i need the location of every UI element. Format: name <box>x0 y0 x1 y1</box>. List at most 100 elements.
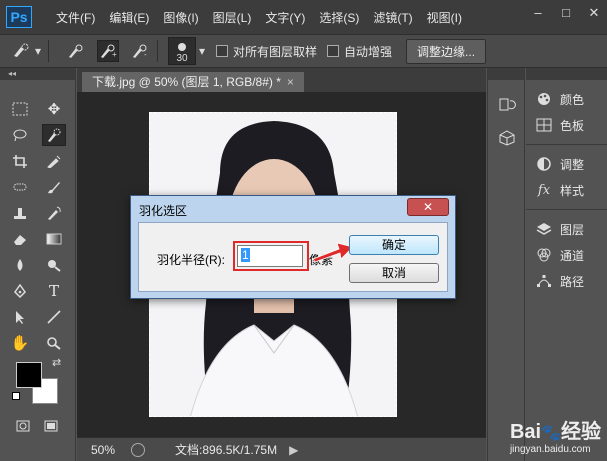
zoom-level[interactable]: 50% <box>91 443 115 457</box>
eyedropper-tool-icon[interactable] <box>42 150 66 172</box>
document-info: 文档:896.5K/1.75M <box>175 443 278 457</box>
dialog-body: 羽化半径(R): 1 像素 确定 取消 <box>138 222 448 292</box>
auto-enhance-label: 自动增强 <box>344 44 393 59</box>
swatches-panel-tab[interactable]: 色板 <box>526 112 607 138</box>
maximize-button[interactable]: □ <box>559 6 573 20</box>
menu-filter[interactable]: 滤镜(T) <box>373 9 412 26</box>
divider <box>48 40 49 62</box>
brush-dropdown-icon[interactable]: ▾ <box>198 40 206 62</box>
foreground-color-swatch[interactable] <box>16 362 42 388</box>
checkbox-box[interactable] <box>216 45 228 57</box>
brush-tool-icon[interactable] <box>42 176 66 198</box>
divider <box>157 40 158 62</box>
blur-tool-icon[interactable] <box>8 254 32 276</box>
menu-image[interactable]: 图像(I) <box>163 9 198 26</box>
color-panel-label: 颜色 <box>560 92 585 107</box>
close-tab-icon[interactable]: × <box>287 75 294 89</box>
menu-file[interactable]: 文件(F) <box>56 9 95 26</box>
styles-panel-tab[interactable]: fx 样式 <box>526 177 607 203</box>
styles-panel-label: 样式 <box>560 183 585 198</box>
eraser-tool-icon[interactable] <box>8 228 32 250</box>
status-bar: 50% 文档:896.5K/1.75M ▶ <box>77 437 486 461</box>
line-tool-icon[interactable] <box>42 306 66 328</box>
menu-type[interactable]: 文字(Y) <box>265 9 305 26</box>
checkbox-box[interactable] <box>327 45 340 57</box>
dialog-title: 羽化选区 <box>139 204 188 218</box>
svg-text:-: - <box>144 50 147 59</box>
svg-text:+: + <box>112 50 117 59</box>
brush-size-value: 30 <box>176 53 188 64</box>
menu-view[interactable]: 视图(I) <box>427 9 462 26</box>
hand-tool-icon[interactable]: ✋ <box>8 332 32 354</box>
document-title: 下载.jpg @ 50% (图层 1, RGB/8#) * <box>92 75 281 89</box>
brush-size-picker[interactable]: 30 <box>168 37 196 65</box>
quick-mask-icon[interactable] <box>16 420 30 435</box>
minimize-button[interactable]: – <box>531 6 545 20</box>
path-selection-tool-icon[interactable] <box>8 306 32 328</box>
add-to-selection-icon[interactable]: + <box>97 40 119 62</box>
menu-edit[interactable]: 编辑(E) <box>109 9 149 26</box>
close-window-button[interactable]: ✕ <box>587 6 601 20</box>
options-bar: ▾ + - 30 ▾ 对所有图层取样 自动增强 调整边缘... <box>0 34 607 68</box>
tools-panel: ◂◂ ✥ T ✋ ⇄ <box>0 68 76 461</box>
sample-all-layers-label: 对所有图层取样 <box>233 44 318 59</box>
watermark-brand: Bai <box>509 421 542 443</box>
layers-panel-tab[interactable]: 图层 <box>526 216 607 242</box>
screen-mode-icon[interactable] <box>44 420 58 435</box>
gradient-tool-icon[interactable] <box>42 228 66 250</box>
quick-selection-preset-icon[interactable] <box>10 40 32 62</box>
zoom-tool-icon[interactable] <box>42 332 66 354</box>
feather-radius-label: 羽化半径(R): <box>157 253 225 267</box>
baidu-watermark: Bai🐾经验 jingyan.baidu.com <box>510 415 601 455</box>
quick-selection-tool-icon[interactable] <box>42 124 66 146</box>
layers-icon <box>536 221 552 237</box>
watermark-brand-suffix: 经验 <box>561 421 601 443</box>
history-brush-tool-icon[interactable] <box>42 202 66 224</box>
channels-panel-tab[interactable]: 通道 <box>526 242 607 268</box>
color-panel-tab[interactable]: 颜色 <box>526 86 607 112</box>
highlight-box <box>233 241 309 271</box>
3d-panel-icon[interactable] <box>497 128 517 148</box>
menu-layer[interactable]: 图层(L) <box>213 9 252 26</box>
healing-brush-tool-icon[interactable] <box>8 176 32 198</box>
layers-panel-label: 图层 <box>560 222 585 237</box>
paths-icon <box>536 273 552 289</box>
dialog-close-button[interactable]: ✕ <box>407 198 449 216</box>
auto-enhance-checkbox[interactable]: 自动增强 <box>327 43 392 60</box>
refine-edge-button[interactable]: 调整边缘... <box>406 38 487 64</box>
sample-all-layers-checkbox[interactable]: 对所有图层取样 <box>216 43 317 60</box>
subtract-from-selection-icon[interactable]: - <box>129 40 151 62</box>
color-swatches: ⇄ <box>12 357 66 412</box>
paths-panel-tab[interactable]: 路径 <box>526 268 607 294</box>
status-menu-arrow-icon[interactable]: ▶ <box>289 443 298 457</box>
new-selection-icon[interactable] <box>65 40 87 62</box>
adjustments-panel-label: 调整 <box>560 157 585 172</box>
tool-preset-dropdown-icon[interactable]: ▾ <box>34 40 42 62</box>
swap-colors-icon[interactable]: ⇄ <box>52 356 61 369</box>
swatches-panel-label: 色板 <box>560 118 585 133</box>
clone-stamp-tool-icon[interactable] <box>8 202 32 224</box>
history-panel-icon[interactable] <box>497 94 517 114</box>
collapse-icon[interactable]: ◂◂ <box>0 68 75 80</box>
swatches-icon <box>536 117 552 133</box>
status-info-icon[interactable] <box>131 442 146 457</box>
styles-icon: fx <box>537 182 551 198</box>
marquee-tool-icon[interactable] <box>8 98 32 120</box>
color-panel-group: 颜色 色板 <box>526 80 607 145</box>
adjustments-panel-tab[interactable]: 调整 <box>526 151 607 177</box>
document-tab-bar: 下载.jpg @ 50% (图层 1, RGB/8#) * × <box>77 68 486 92</box>
lasso-tool-icon[interactable] <box>8 124 32 146</box>
document-tab[interactable]: 下载.jpg @ 50% (图层 1, RGB/8#) * × <box>82 72 304 92</box>
paths-panel-label: 路径 <box>560 274 585 289</box>
palette-icon <box>536 91 552 107</box>
default-colors-icon[interactable] <box>12 392 20 400</box>
move-tool-icon[interactable]: ✥ <box>42 98 66 120</box>
ok-button[interactable]: 确定 <box>349 235 439 255</box>
pen-tool-icon[interactable] <box>8 280 32 302</box>
dodge-tool-icon[interactable] <box>42 254 66 276</box>
type-tool-icon[interactable]: T <box>42 280 66 302</box>
menu-select[interactable]: 选择(S) <box>319 9 359 26</box>
cancel-button[interactable]: 取消 <box>349 263 439 283</box>
crop-tool-icon[interactable] <box>8 150 32 172</box>
menu-bar: Ps 文件(F) 编辑(E) 图像(I) 图层(L) 文字(Y) 选择(S) 滤… <box>0 0 607 34</box>
